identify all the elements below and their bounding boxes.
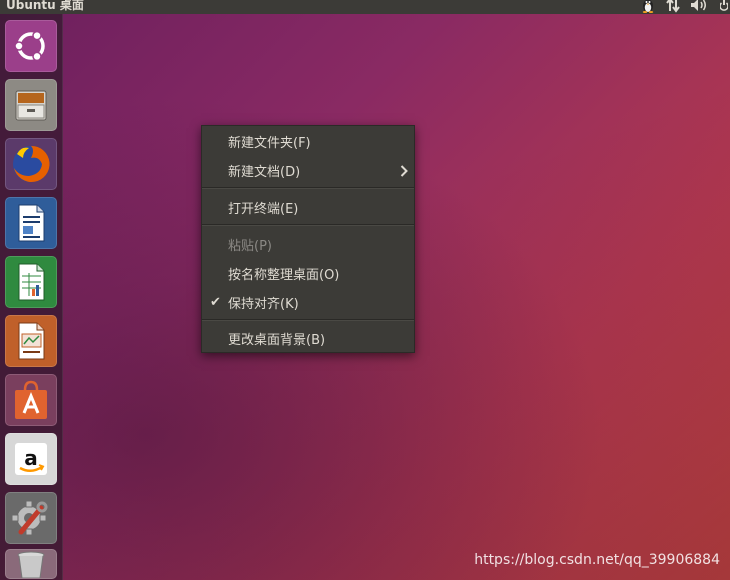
gear-wrench-icon bbox=[11, 500, 48, 536]
calc-sheet-icon bbox=[18, 263, 45, 301]
launcher-item-system-settings[interactable] bbox=[5, 492, 57, 544]
svg-text:a: a bbox=[24, 446, 38, 470]
menu-item-change-background[interactable]: 更改桌面背景(B) bbox=[202, 324, 414, 353]
volume-icon[interactable] bbox=[690, 0, 710, 13]
amazon-icon: a bbox=[15, 443, 47, 475]
menu-separator bbox=[202, 187, 414, 189]
check-mark-icon: ✔ bbox=[210, 295, 221, 310]
menu-item-label: 打开终端(E) bbox=[228, 202, 299, 217]
submenu-arrow-icon bbox=[400, 165, 408, 177]
power-icon[interactable] bbox=[720, 0, 728, 13]
launcher: a bbox=[0, 14, 63, 580]
impress-slide-icon bbox=[18, 322, 45, 360]
launcher-item-files[interactable] bbox=[5, 79, 57, 131]
menu-item-label: 粘贴(P) bbox=[228, 239, 272, 254]
menu-item-label: 新建文件夹(F) bbox=[228, 136, 311, 151]
menu-separator bbox=[202, 224, 414, 226]
menu-item-paste: 粘贴(P) bbox=[202, 230, 414, 259]
menu-item-label: 按名称整理桌面(O) bbox=[228, 268, 340, 283]
menu-item-label: 保持对齐(K) bbox=[228, 297, 299, 312]
menu-item-arrange-by-name[interactable]: 按名称整理桌面(O) bbox=[202, 259, 414, 288]
launcher-item-libreoffice-calc[interactable] bbox=[5, 256, 57, 308]
menu-item-label: 新建文档(D) bbox=[228, 165, 301, 180]
desktop-context-menu: 新建文件夹(F) 新建文档(D) 打开终端(E) 粘贴(P) 按名称整理桌面(O… bbox=[201, 125, 415, 353]
menu-item-open-terminal[interactable]: 打开终端(E) bbox=[202, 193, 414, 222]
watermark-url: https://blog.csdn.net/qq_39906884 bbox=[474, 552, 720, 568]
menu-item-new-document[interactable]: 新建文档(D) bbox=[202, 156, 414, 185]
launcher-item-trash[interactable] bbox=[5, 549, 57, 579]
launcher-item-firefox[interactable] bbox=[5, 138, 57, 190]
writer-doc-icon bbox=[18, 204, 45, 242]
menu-item-new-folder[interactable]: 新建文件夹(F) bbox=[202, 127, 414, 156]
menu-item-label: 更改桌面背景(B) bbox=[228, 333, 326, 348]
top-panel: Ubuntu 桌面 bbox=[0, 0, 730, 14]
trash-icon bbox=[17, 551, 45, 578]
firefox-icon bbox=[13, 145, 50, 182]
launcher-item-libreoffice-impress[interactable] bbox=[5, 315, 57, 367]
launcher-item-amazon[interactable]: a bbox=[5, 433, 57, 485]
menu-separator bbox=[202, 319, 414, 321]
ubuntu-logo-icon bbox=[14, 30, 45, 62]
menu-item-keep-aligned[interactable]: ✔ 保持对齐(K) bbox=[202, 288, 414, 317]
indicator-area bbox=[640, 0, 728, 14]
shopping-bag-icon bbox=[15, 380, 47, 419]
launcher-item-libreoffice-writer[interactable] bbox=[5, 197, 57, 249]
tux-icon[interactable] bbox=[640, 0, 656, 13]
window-title: Ubuntu 桌面 bbox=[6, 0, 84, 12]
launcher-item-ubuntu-dash[interactable] bbox=[5, 20, 57, 72]
launcher-item-ubuntu-software[interactable] bbox=[5, 374, 57, 426]
network-arrows-icon[interactable] bbox=[666, 0, 680, 13]
file-cabinet-icon bbox=[15, 90, 47, 121]
